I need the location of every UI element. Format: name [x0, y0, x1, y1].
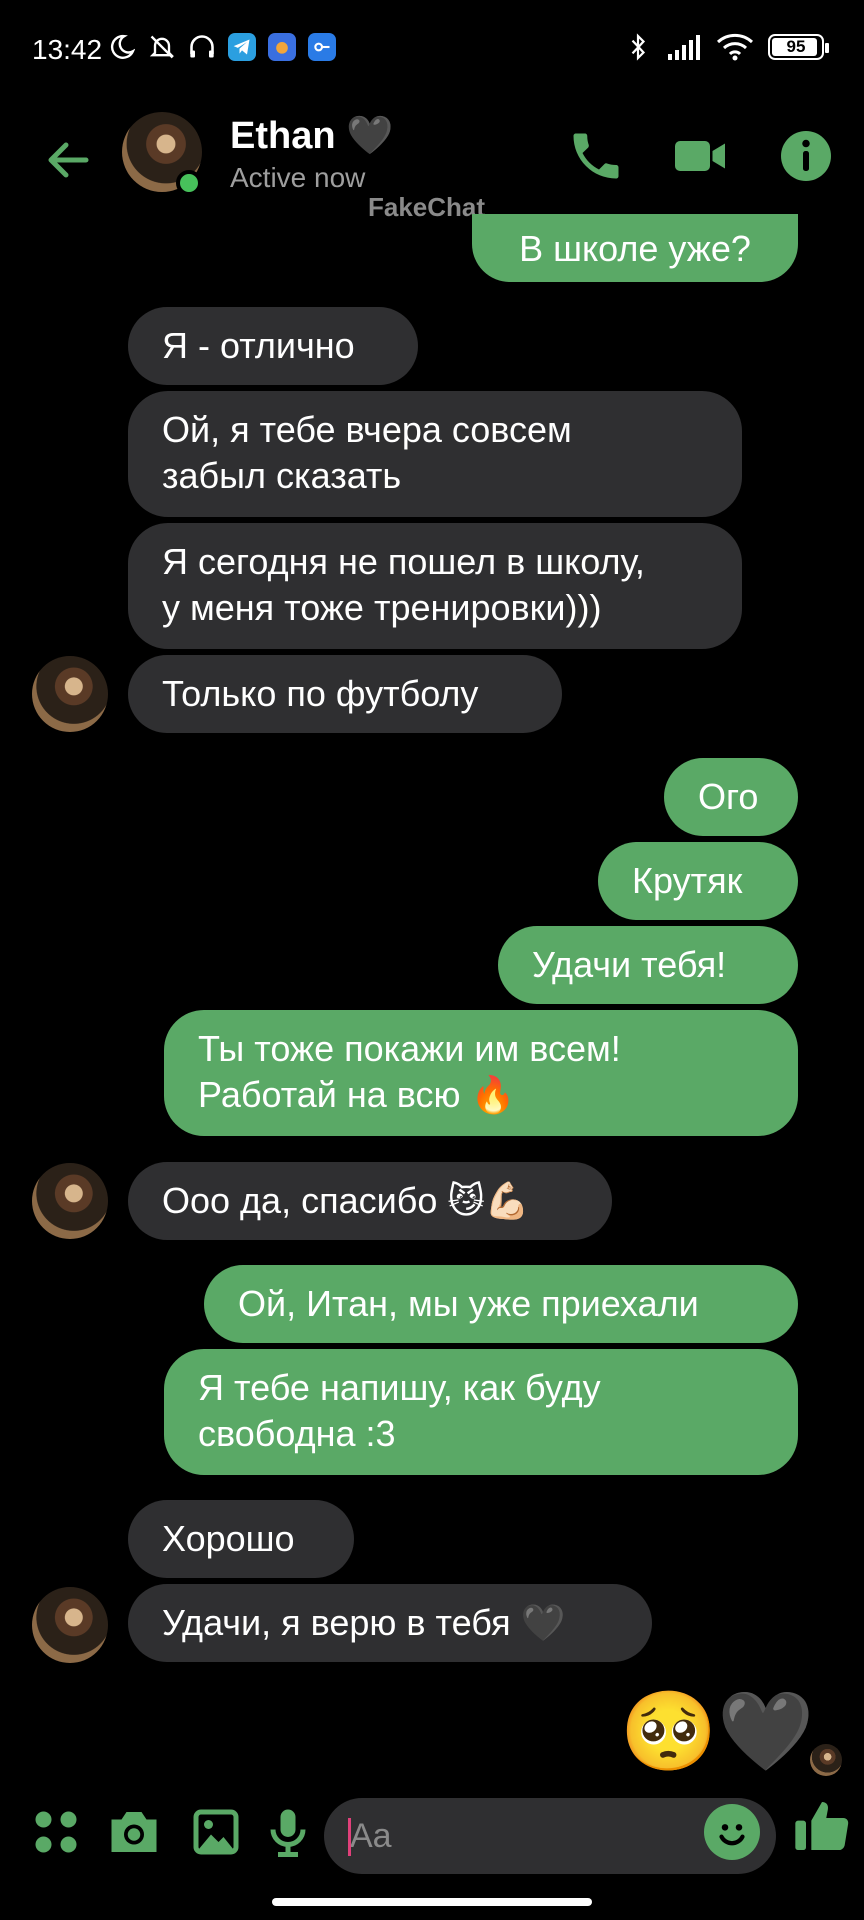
contact-avatar-small[interactable]: [32, 1163, 108, 1239]
status-left-icons: [108, 32, 336, 62]
info-button[interactable]: [776, 126, 836, 186]
watermark: FakeChat: [368, 192, 486, 222]
chat-header: Ethan 🖤 Active now FakeChat: [0, 100, 864, 222]
message-bubble[interactable]: Ого: [664, 758, 798, 836]
message-composer: [0, 1790, 864, 1880]
thumbs-up-icon: [795, 1802, 849, 1850]
contact-name[interactable]: Ethan 🖤: [230, 114, 393, 158]
moon-icon: [108, 32, 136, 62]
back-arrow-icon: [48, 142, 89, 178]
message-bubble[interactable]: Только по футболу: [128, 655, 562, 733]
message-bubble[interactable]: Крутяк: [598, 842, 798, 920]
contact-status: Active now: [230, 162, 366, 193]
wifi-icon: [716, 32, 754, 62]
message-bubble[interactable]: Ой, Итан, мы уже приехали: [204, 1265, 798, 1343]
message-bubble[interactable]: Удачи, я верю в тебя 🖤: [128, 1584, 652, 1662]
emoji-message[interactable]: 🥺🖤: [620, 1686, 814, 1776]
message-bubble[interactable]: Ты тоже покажи им всем! Работай на всю 🔥: [164, 1010, 798, 1136]
headphones-icon: [188, 32, 216, 62]
home-indicator[interactable]: [272, 1898, 592, 1906]
chat-screen: 13:42 95 Ethan 🖤 Active now FakeChat В ш…: [0, 0, 864, 1920]
call-button[interactable]: [566, 126, 626, 186]
muted-bell-icon: [148, 32, 176, 62]
cloud-app-icon: [268, 33, 296, 61]
camera-button[interactable]: [104, 1802, 164, 1862]
gallery-button[interactable]: [186, 1802, 246, 1862]
gallery-icon: [193, 1809, 239, 1855]
signal-icon: [666, 32, 702, 62]
message-bubble[interactable]: Ооо да, спасибо 😼💪🏻: [128, 1162, 612, 1240]
seen-indicator-avatar: [810, 1744, 842, 1776]
status-bar: 13:42 95: [0, 0, 864, 100]
bluetooth-icon: [624, 32, 652, 62]
contact-avatar-small[interactable]: [32, 1587, 108, 1663]
like-button[interactable]: [790, 1794, 850, 1854]
microphone-icon: [270, 1809, 306, 1857]
apps-button[interactable]: [26, 1802, 86, 1862]
battery-level: 95: [786, 37, 806, 56]
apps-icon: [35, 1811, 77, 1853]
online-indicator: [176, 170, 202, 196]
status-right-icons: 95: [624, 32, 829, 62]
key-app-icon: [308, 33, 336, 61]
battery-indicator: 95: [768, 34, 829, 60]
status-time: 13:42: [32, 34, 103, 65]
info-icon: [781, 131, 831, 181]
telegram-icon: [228, 33, 256, 61]
message-bubble[interactable]: Ой, я тебе вчера совсем забыл сказать: [128, 391, 742, 517]
message-bubble[interactable]: В школе уже?: [472, 214, 798, 282]
text-cursor: [348, 1818, 351, 1856]
voice-button[interactable]: [258, 1802, 318, 1862]
message-bubble[interactable]: Я - отлично: [128, 307, 418, 385]
video-camera-icon: [675, 141, 725, 171]
camera-icon: [111, 1812, 157, 1852]
back-button[interactable]: [40, 132, 96, 188]
message-bubble[interactable]: Я сегодня не пошел в школу, у меня тоже …: [128, 523, 742, 649]
contact-avatar-small[interactable]: [32, 656, 108, 732]
message-bubble[interactable]: Хорошо: [128, 1500, 354, 1578]
emoji-icon: [719, 1824, 745, 1846]
video-call-button[interactable]: [670, 126, 730, 186]
emoji-button[interactable]: [704, 1804, 760, 1860]
message-bubble[interactable]: Я тебе напишу, как буду свободна :3: [164, 1349, 798, 1475]
phone-icon: [573, 133, 619, 179]
message-bubble[interactable]: Удачи тебя!: [498, 926, 798, 1004]
